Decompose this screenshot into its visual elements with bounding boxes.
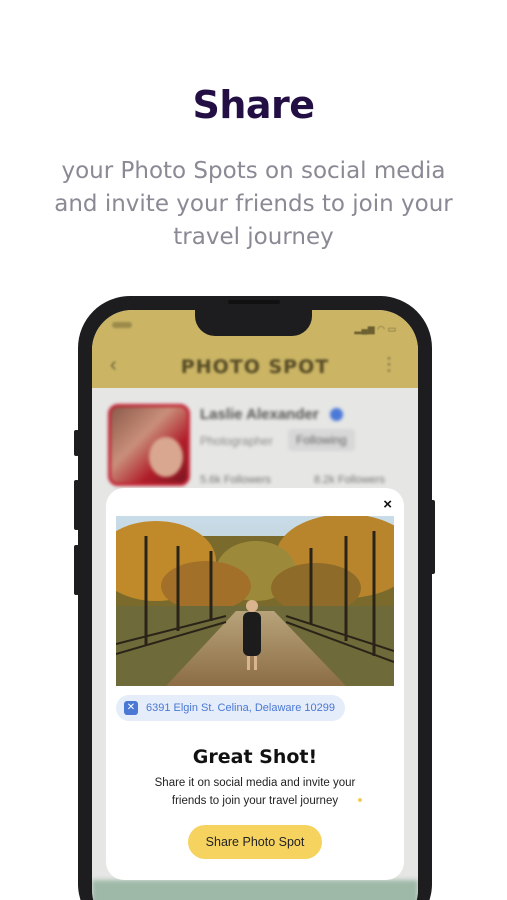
following-button[interactable]: Following <box>288 429 355 451</box>
location-address: 6391 Elgin St. Celina, Delaware 10299 <box>146 702 335 714</box>
followers-count: 5.6k Followers <box>200 474 271 486</box>
share-photo-spot-button[interactable]: Share Photo Spot <box>188 825 322 859</box>
close-button[interactable]: × <box>383 496 392 513</box>
profile-name: Laslie Alexander <box>200 406 319 423</box>
profile-role: Photographer <box>200 434 273 448</box>
sparkle-decoration <box>358 798 362 802</box>
map-pin-icon: ✕ <box>124 701 138 715</box>
status-icons: ▂▄▆ ◠ ▭ <box>354 324 396 334</box>
onboarding-subtitle: your Photo Spots on social media and inv… <box>54 158 453 250</box>
phone-screen: ▂▄▆ ◠ ▭ ‹ PHOTO SPOT ⋮ Laslie Alexander … <box>92 310 418 900</box>
app-logo: PHOTO SPOT <box>180 356 330 378</box>
background-map-strip <box>92 880 418 900</box>
phone-speaker <box>228 300 280 304</box>
more-options-icon[interactable]: ⋮ <box>380 354 398 375</box>
location-chip[interactable]: ✕ 6391 Elgin St. Celina, Delaware 10299 <box>116 695 345 721</box>
following-count: 8.2k Followers <box>314 474 385 486</box>
status-time <box>112 322 132 328</box>
modal-description: Share it on social media and invite your… <box>154 777 356 807</box>
share-modal: × ✕ 6391 Elgin St. Celina, Delaware 1029… <box>106 488 404 880</box>
modal-title: Great Shot! <box>192 746 318 768</box>
avatar <box>108 404 190 486</box>
phone-notch <box>195 306 312 336</box>
verified-badge-icon <box>330 408 343 421</box>
spot-photo <box>116 516 394 686</box>
onboarding-headline: Share <box>192 83 315 127</box>
